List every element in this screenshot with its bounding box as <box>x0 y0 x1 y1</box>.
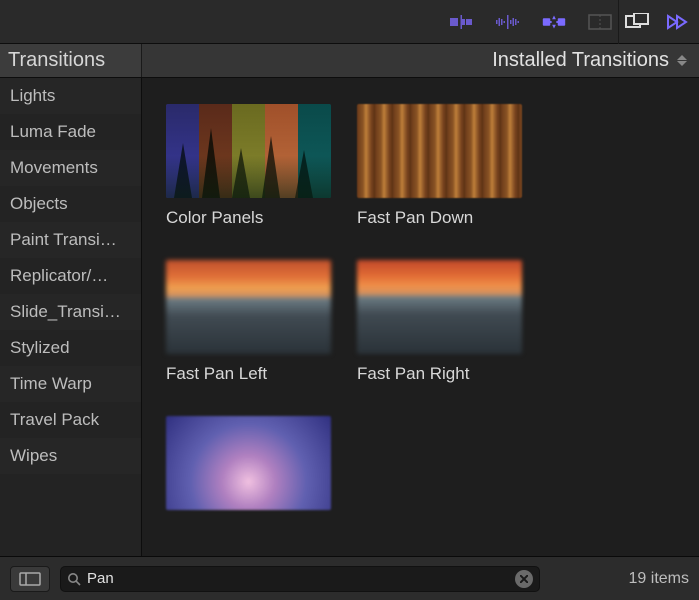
sidebar-item-travel-pack[interactable]: Travel Pack <box>0 402 141 438</box>
sidebar-item-time-warp[interactable]: Time Warp <box>0 366 141 402</box>
sidebar-item-stylized[interactable]: Stylized <box>0 330 141 366</box>
sidebar-item-lights[interactable]: Lights <box>0 78 141 114</box>
frame-aspect-icon[interactable] <box>586 11 614 33</box>
sidebar-item-objects[interactable]: Objects <box>0 186 141 222</box>
transition-card-color-panels[interactable]: Color Panels <box>166 104 331 242</box>
sidebar-item-luma-fade[interactable]: Luma Fade <box>0 114 141 150</box>
sidebar-item-movements[interactable]: Movements <box>0 150 141 186</box>
search-icon <box>67 572 81 586</box>
sidebar-title: Transitions <box>8 49 105 72</box>
category-sidebar: Lights Luma Fade Movements Objects Paint… <box>0 78 142 556</box>
transition-label: Fast Pan Right <box>357 364 522 384</box>
transition-card-fast-pan-right[interactable]: Fast Pan Right <box>357 260 522 398</box>
thumbnail <box>166 416 331 510</box>
compare-view-icon[interactable] <box>623 11 651 33</box>
sidebar-item-paint-transitions[interactable]: Paint Transi… <box>0 222 141 258</box>
effect-browser-icon[interactable] <box>448 11 476 33</box>
layout-toggle-button[interactable] <box>10 566 50 592</box>
thumbnail <box>357 104 522 198</box>
stepper-icon <box>677 52 689 70</box>
share-export-icon[interactable] <box>663 11 691 33</box>
audio-effects-icon[interactable] <box>494 11 522 33</box>
item-count: 19 items <box>629 570 689 588</box>
browser-content: Color Panels Fast Pan Down Fast Pan Left… <box>142 78 699 556</box>
sidebar-header: Transitions <box>0 44 142 77</box>
search-input[interactable] <box>87 570 515 587</box>
sidebar-item-slide-transitions[interactable]: Slide_Transi… <box>0 294 141 330</box>
sidebar-item-wipes[interactable]: Wipes <box>0 438 141 474</box>
transitions-browser-icon[interactable] <box>540 11 568 33</box>
transition-card-fast-pan-down[interactable]: Fast Pan Down <box>357 104 522 242</box>
transition-label: Fast Pan Left <box>166 364 331 384</box>
transition-label: Fast Pan Down <box>357 208 522 228</box>
sidebar-item-replicator[interactable]: Replicator/… <box>0 258 141 294</box>
transition-card-fast-pan-left[interactable]: Fast Pan Left <box>166 260 331 398</box>
library-filter-dropdown[interactable]: Installed Transitions <box>142 44 699 77</box>
browser-header: Transitions Installed Transitions <box>0 44 699 78</box>
thumbnail <box>166 104 331 198</box>
thumbnail <box>166 260 331 354</box>
bottom-bar: 19 items <box>0 556 699 600</box>
search-field[interactable] <box>60 566 540 592</box>
transition-card-radial[interactable] <box>166 416 331 524</box>
library-filter-label: Installed Transitions <box>492 49 669 72</box>
transition-label: Color Panels <box>166 208 331 228</box>
thumbnail <box>357 260 522 354</box>
clear-search-icon[interactable] <box>515 570 533 588</box>
toolbar-center <box>448 11 614 33</box>
transition-grid: Color Panels Fast Pan Down Fast Pan Left… <box>166 104 699 524</box>
toolbar-right <box>623 11 691 33</box>
top-toolbar <box>0 0 699 44</box>
main-region: Lights Luma Fade Movements Objects Paint… <box>0 78 699 556</box>
